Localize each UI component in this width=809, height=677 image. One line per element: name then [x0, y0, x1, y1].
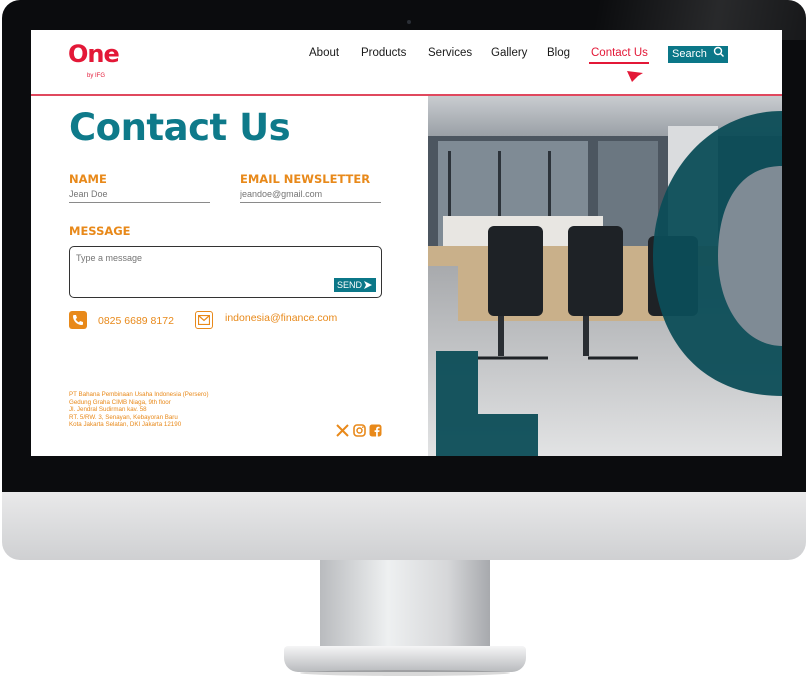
- camera-icon: [407, 20, 411, 24]
- phone-icon: [69, 311, 87, 329]
- company-address: PT Bahana Pembinaan Usaha Indonesia (Per…: [69, 391, 209, 429]
- address-line: PT Bahana Pembinaan Usaha Indonesia (Per…: [69, 391, 209, 398]
- email-label: EMAIL NEWSLETTER: [240, 172, 371, 186]
- office-photo: [428, 96, 782, 456]
- instagram-icon[interactable]: [353, 424, 366, 437]
- name-label: NAME: [69, 172, 107, 186]
- contact-panel: Contact Us NAME EMAIL NEWSLETTER MESSAGE…: [31, 96, 428, 456]
- office-illustration: [428, 96, 782, 456]
- cursor-icon: [627, 71, 643, 82]
- search-icon: [713, 46, 725, 64]
- nav-item-gallery[interactable]: Gallery: [491, 47, 527, 59]
- search-button-label: Search: [672, 48, 707, 60]
- nav-item-blog[interactable]: Blog: [547, 47, 570, 59]
- search-button[interactable]: Search: [668, 46, 728, 63]
- email-input[interactable]: [240, 186, 381, 203]
- address-line: Gedung Graha CIMB Niaga, 9th floor: [69, 398, 171, 406]
- message-textarea[interactable]: [76, 253, 316, 273]
- address-line: RT. 5/RW. 3, Senayan, Kebayoran Baru: [69, 413, 178, 421]
- website-screen: One by IFG About Products Services Galle…: [31, 30, 782, 456]
- x-icon[interactable]: [336, 424, 349, 437]
- brand-logo[interactable]: One by IFG: [68, 40, 120, 79]
- nav-item-services[interactable]: Services: [428, 47, 472, 59]
- monitor-chin: [2, 492, 806, 560]
- logo-wordmark: One: [68, 40, 120, 68]
- send-button-label: SEND: [337, 280, 363, 290]
- mail-icon: [195, 311, 213, 329]
- send-button[interactable]: SEND: [334, 278, 376, 292]
- nav-item-about[interactable]: About: [309, 47, 339, 59]
- facebook-icon[interactable]: [369, 424, 382, 437]
- message-label: MESSAGE: [69, 224, 131, 238]
- page-title: Contact Us: [69, 106, 291, 149]
- address-line: Kota Jakarta Selatan, DKI Jakarta 12190: [69, 421, 182, 429]
- active-nav-underline: [589, 62, 649, 64]
- monitor-stand-base: [284, 646, 526, 672]
- phone-number[interactable]: 0825 6689 8172: [98, 315, 174, 327]
- email-address[interactable]: indonesia@finance.com: [225, 312, 337, 324]
- nav-item-contact-us[interactable]: Contact Us: [591, 47, 648, 59]
- message-box: SEND: [69, 246, 382, 298]
- name-input[interactable]: [69, 186, 210, 203]
- navbar: One by IFG About Products Services Galle…: [31, 30, 782, 96]
- address-line: Jl. Jendral Sudirman kav. 58: [69, 406, 147, 414]
- monitor-stand-neck: [320, 560, 490, 650]
- logo-byline: by IFG: [87, 73, 106, 79]
- send-arrow-icon: [364, 281, 372, 289]
- stand-shadow: [300, 670, 510, 676]
- nav-item-products[interactable]: Products: [361, 47, 406, 59]
